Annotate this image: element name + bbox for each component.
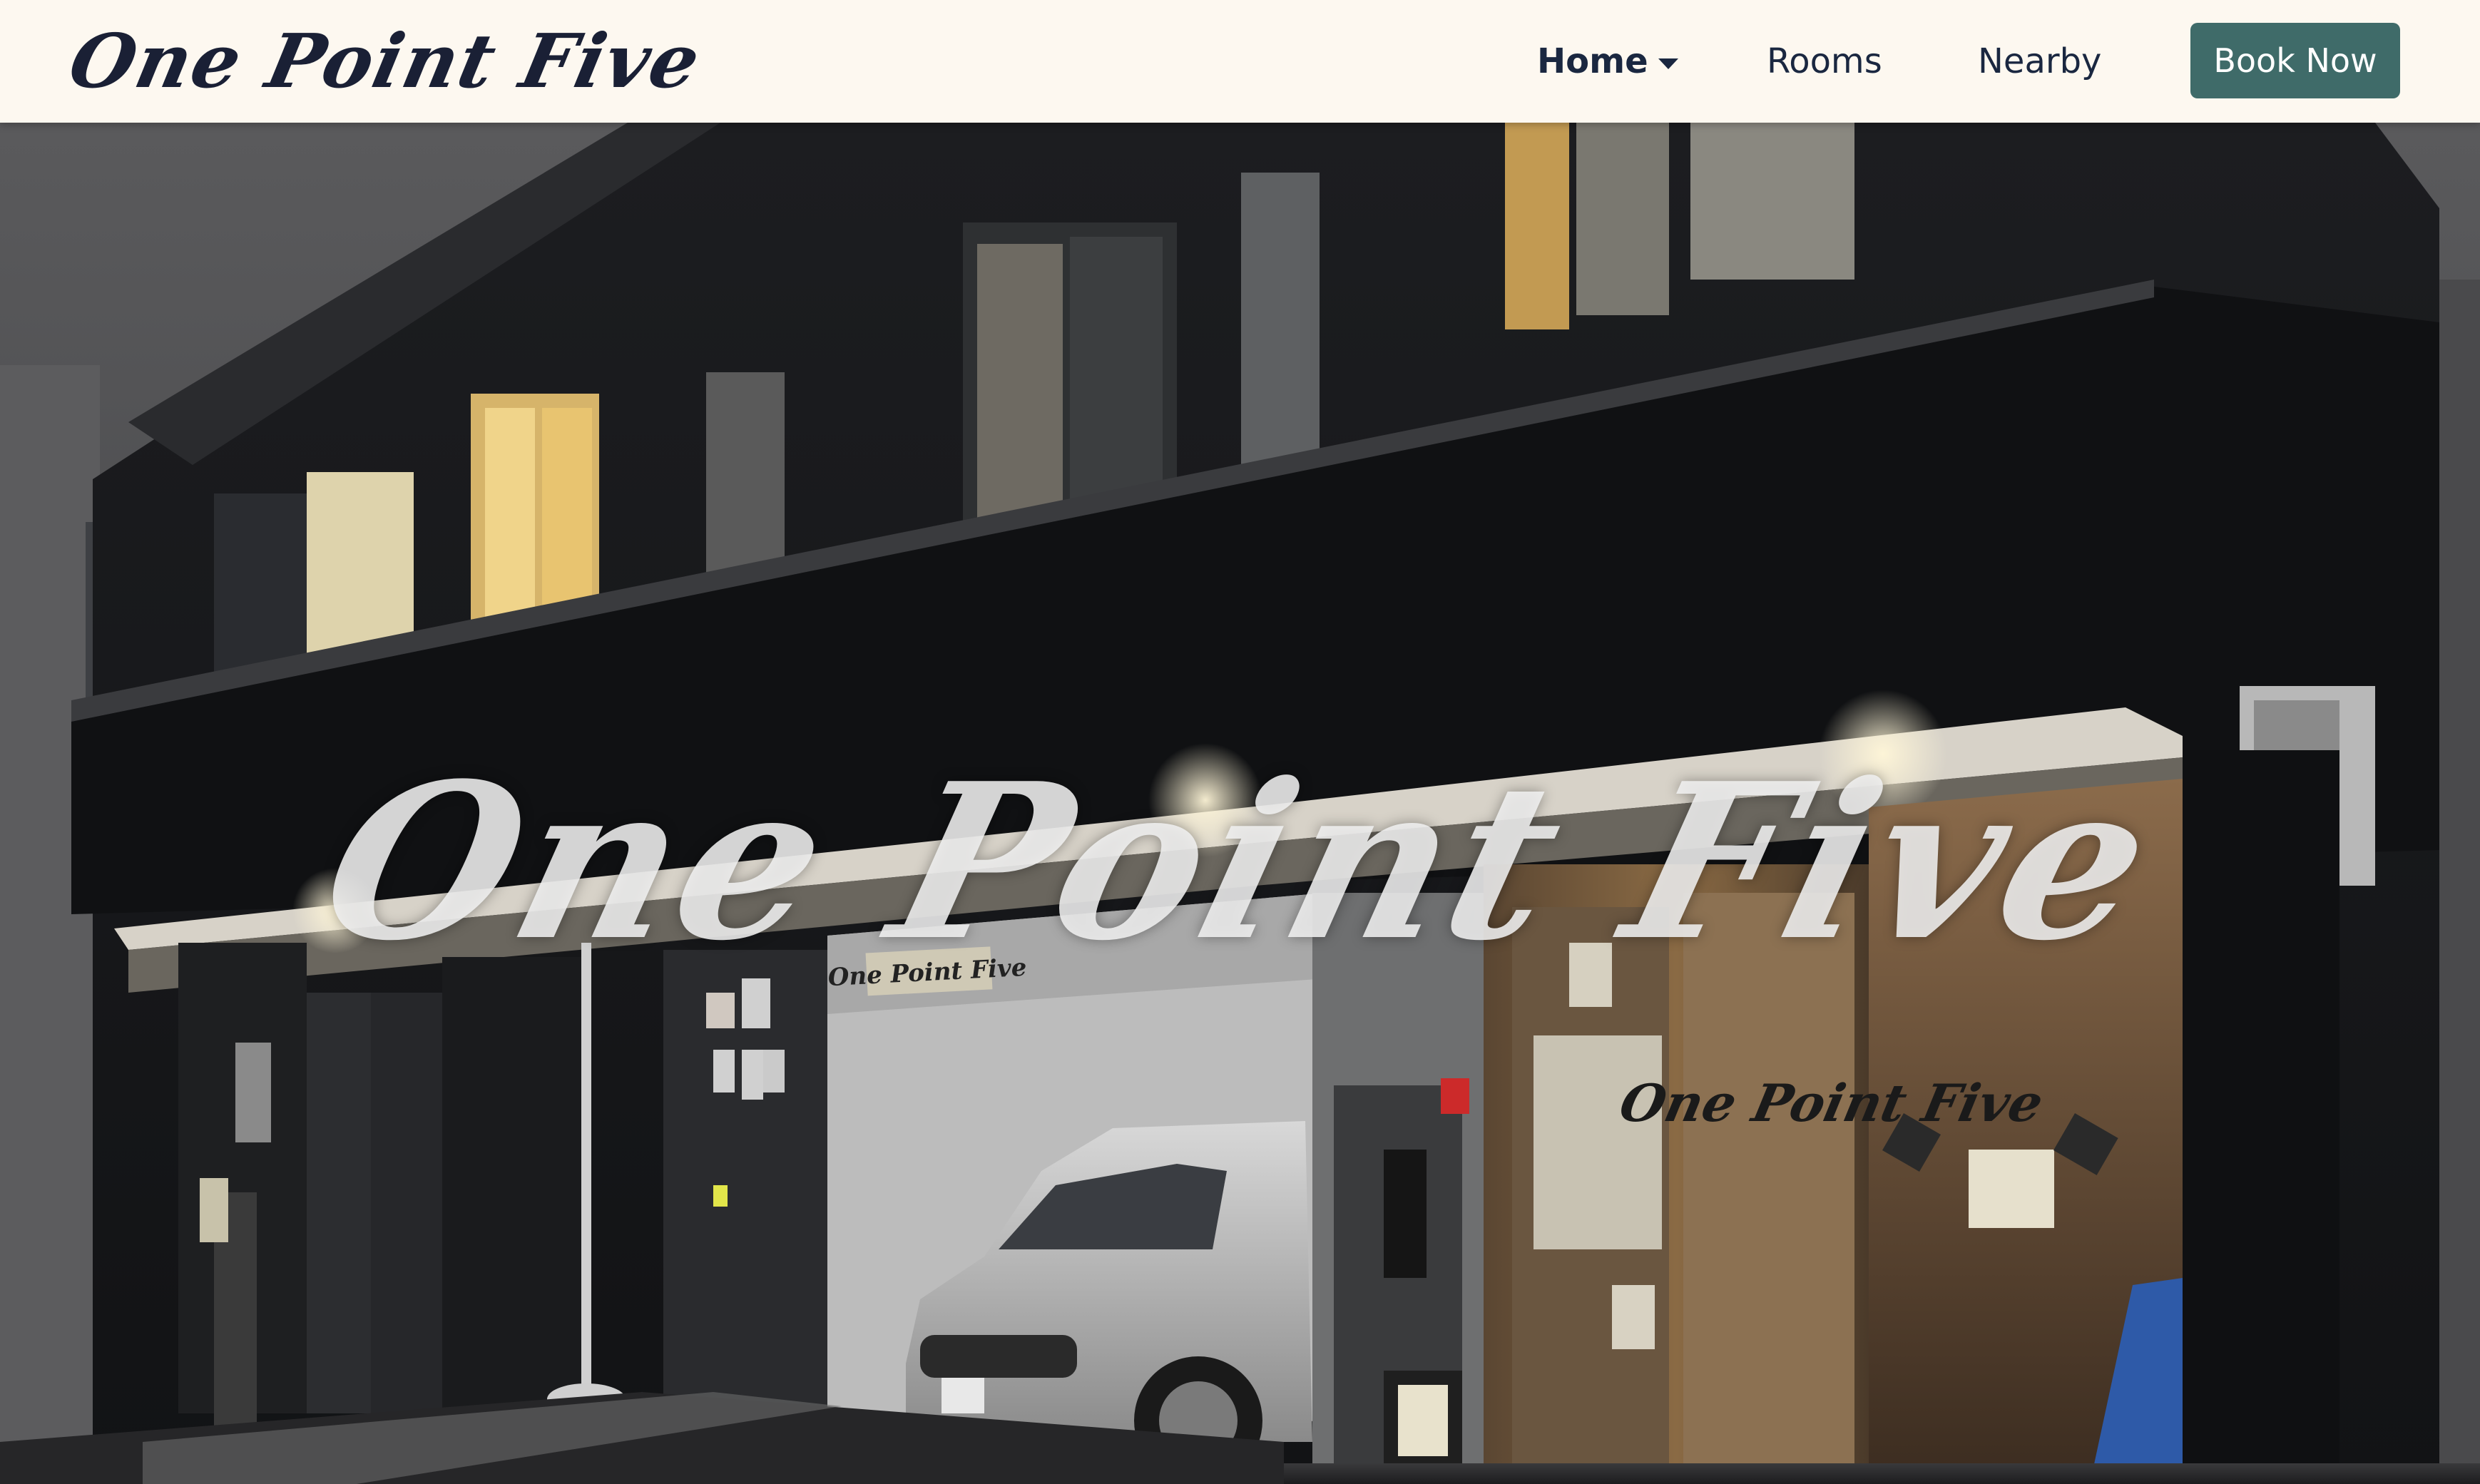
wall-sign: One Point Five xyxy=(1615,1074,2048,1134)
main-nav: Home Rooms Nearby Book Now xyxy=(0,0,2480,123)
site-header: One Point Five Home Rooms Nearby Book No… xyxy=(0,0,2480,123)
nav-rooms[interactable]: Rooms xyxy=(1767,40,1882,83)
nav-home[interactable]: Home xyxy=(1537,40,1678,83)
nav-nearby[interactable]: Nearby xyxy=(1978,40,2101,83)
book-now-button[interactable]: Book Now xyxy=(2190,23,2400,98)
nav-home-label: Home xyxy=(1537,41,1648,81)
chevron-down-icon xyxy=(1658,58,1678,69)
hero-photo: One Point Five One Point Five xyxy=(0,123,2480,1484)
hero-section: One Point Five One Point Five One Point … xyxy=(0,123,2480,1484)
